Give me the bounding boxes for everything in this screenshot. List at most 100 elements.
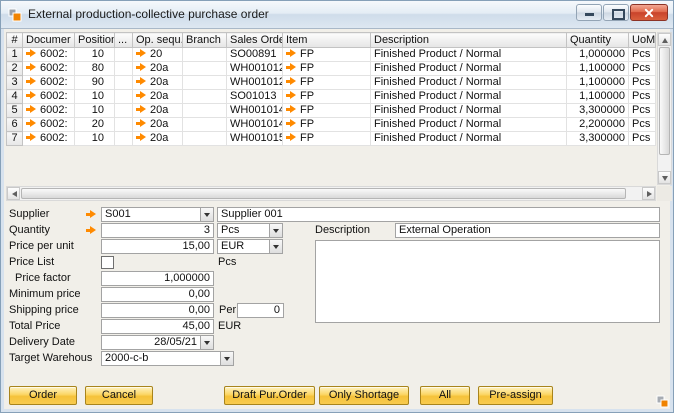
table-row[interactable]: 3 6002: 90 20a WH001012 FP Finished Prod…: [7, 76, 656, 90]
link-arrow-icon[interactable]: [26, 105, 37, 114]
table-row[interactable]: 4 6002: 10 20a SO01013 FP Finished Produ…: [7, 90, 656, 104]
row-number-cell[interactable]: 6: [7, 118, 23, 132]
quantity-cell[interactable]: 1,100000: [567, 76, 629, 90]
op-sequence-cell[interactable]: 20a: [133, 62, 183, 76]
item-cell[interactable]: FP: [283, 132, 371, 146]
sales-order-cell[interactable]: WH001012: [227, 62, 283, 76]
price-list-checkbox[interactable]: [101, 256, 114, 269]
table-row[interactable]: 2 6002: 80 20a WH001012 FP Finished Prod…: [7, 62, 656, 76]
total-price-field[interactable]: 45,00: [101, 319, 214, 334]
branch-cell[interactable]: [183, 76, 227, 90]
uom-cell[interactable]: Pcs: [629, 132, 656, 146]
position-cell[interactable]: 20: [75, 118, 115, 132]
document-cell[interactable]: 6002:: [23, 104, 75, 118]
minimum-price-field[interactable]: 0,00: [101, 287, 214, 302]
header-branch[interactable]: Branch: [183, 33, 227, 48]
branch-cell[interactable]: [183, 90, 227, 104]
supplier-name-field[interactable]: Supplier 001: [217, 207, 660, 222]
link-arrow-icon[interactable]: [286, 105, 297, 114]
supplier-combo[interactable]: S001: [101, 207, 214, 222]
quantity-cell[interactable]: 2,200000: [567, 118, 629, 132]
resize-grip-icon[interactable]: [656, 395, 669, 408]
link-arrow-icon[interactable]: [26, 49, 37, 58]
link-arrow-icon[interactable]: [136, 91, 147, 100]
price-per-unit-field[interactable]: 15,00: [101, 239, 214, 254]
header-uom[interactable]: UoM: [629, 33, 656, 48]
document-cell[interactable]: 6002:: [23, 76, 75, 90]
link-arrow-icon[interactable]: [136, 119, 147, 128]
link-arrow-icon[interactable]: [286, 119, 297, 128]
link-arrow-icon[interactable]: [136, 49, 147, 58]
remarks-textarea[interactable]: [315, 240, 660, 323]
link-arrow-icon[interactable]: [136, 63, 147, 72]
uom-cell[interactable]: Pcs: [629, 62, 656, 76]
position-cell[interactable]: 10: [75, 90, 115, 104]
chevron-down-icon[interactable]: [269, 240, 282, 253]
quantity-cell[interactable]: 1,000000: [567, 48, 629, 62]
item-cell[interactable]: FP: [283, 48, 371, 62]
scroll-right-icon[interactable]: [642, 187, 655, 200]
header-sales-order[interactable]: Sales Orde: [227, 33, 283, 48]
link-arrow-icon[interactable]: [86, 226, 97, 235]
position-cell[interactable]: 10: [75, 132, 115, 146]
document-cell[interactable]: 6002:: [23, 90, 75, 104]
link-arrow-icon[interactable]: [286, 63, 297, 72]
table-row[interactable]: 5 6002: 10 20a WH001014 FP Finished Prod…: [7, 104, 656, 118]
quantity-cell[interactable]: 3,300000: [567, 132, 629, 146]
position-cell[interactable]: 80: [75, 62, 115, 76]
vertical-scrollbar[interactable]: [657, 32, 672, 185]
header-row-number[interactable]: #: [7, 33, 23, 48]
dots-cell[interactable]: [115, 118, 133, 132]
sales-order-cell[interactable]: WH001012: [227, 76, 283, 90]
row-number-cell[interactable]: 7: [7, 132, 23, 146]
header-quantity[interactable]: Quantity: [567, 33, 629, 48]
link-arrow-icon[interactable]: [136, 77, 147, 86]
vertical-scroll-thumb[interactable]: [659, 47, 670, 155]
header-position[interactable]: Position: [75, 33, 115, 48]
description-cell[interactable]: Finished Product / Normal: [371, 118, 567, 132]
shipping-per-field[interactable]: 0: [237, 303, 284, 318]
chevron-down-icon[interactable]: [200, 336, 213, 349]
price-factor-field[interactable]: 1,000000: [101, 271, 214, 286]
quantity-cell[interactable]: 1,100000: [567, 62, 629, 76]
dots-cell[interactable]: [115, 48, 133, 62]
link-arrow-icon[interactable]: [86, 210, 97, 219]
link-arrow-icon[interactable]: [136, 105, 147, 114]
dots-cell[interactable]: [115, 132, 133, 146]
link-arrow-icon[interactable]: [286, 91, 297, 100]
uom-cell[interactable]: Pcs: [629, 90, 656, 104]
quantity-field[interactable]: 3: [101, 223, 214, 238]
op-sequence-cell[interactable]: 20a: [133, 132, 183, 146]
horizontal-scrollbar[interactable]: [6, 186, 656, 201]
position-cell[interactable]: 10: [75, 48, 115, 62]
document-cell[interactable]: 6002:: [23, 118, 75, 132]
quantity-cell[interactable]: 1,100000: [567, 90, 629, 104]
op-sequence-cell[interactable]: 20a: [133, 90, 183, 104]
scroll-up-icon[interactable]: [658, 33, 671, 46]
uom-cell[interactable]: Pcs: [629, 48, 656, 62]
maximize-button[interactable]: [603, 4, 629, 21]
description-cell[interactable]: Finished Product / Normal: [371, 62, 567, 76]
row-number-cell[interactable]: 4: [7, 90, 23, 104]
description-field[interactable]: External Operation: [395, 223, 660, 238]
uom-cell[interactable]: Pcs: [629, 76, 656, 90]
all-button[interactable]: All: [420, 386, 470, 405]
table-row[interactable]: 6 6002: 20 20a WH001014 FP Finished Prod…: [7, 118, 656, 132]
item-cell[interactable]: FP: [283, 90, 371, 104]
item-cell[interactable]: FP: [283, 62, 371, 76]
item-cell[interactable]: FP: [283, 76, 371, 90]
shipping-price-field[interactable]: 0,00: [101, 303, 214, 318]
titlebar[interactable]: External production-collective purchase …: [1, 1, 673, 29]
position-cell[interactable]: 10: [75, 104, 115, 118]
op-sequence-cell[interactable]: 20a: [133, 118, 183, 132]
uom-cell[interactable]: Pcs: [629, 118, 656, 132]
link-arrow-icon[interactable]: [26, 77, 37, 86]
header-op-sequence[interactable]: Op. sequ.: [133, 33, 183, 48]
sales-order-cell[interactable]: SO01013: [227, 90, 283, 104]
description-cell[interactable]: Finished Product / Normal: [371, 132, 567, 146]
row-number-cell[interactable]: 5: [7, 104, 23, 118]
link-arrow-icon[interactable]: [26, 63, 37, 72]
item-cell[interactable]: FP: [283, 118, 371, 132]
row-number-cell[interactable]: 3: [7, 76, 23, 90]
header-dots[interactable]: ...: [115, 33, 133, 48]
